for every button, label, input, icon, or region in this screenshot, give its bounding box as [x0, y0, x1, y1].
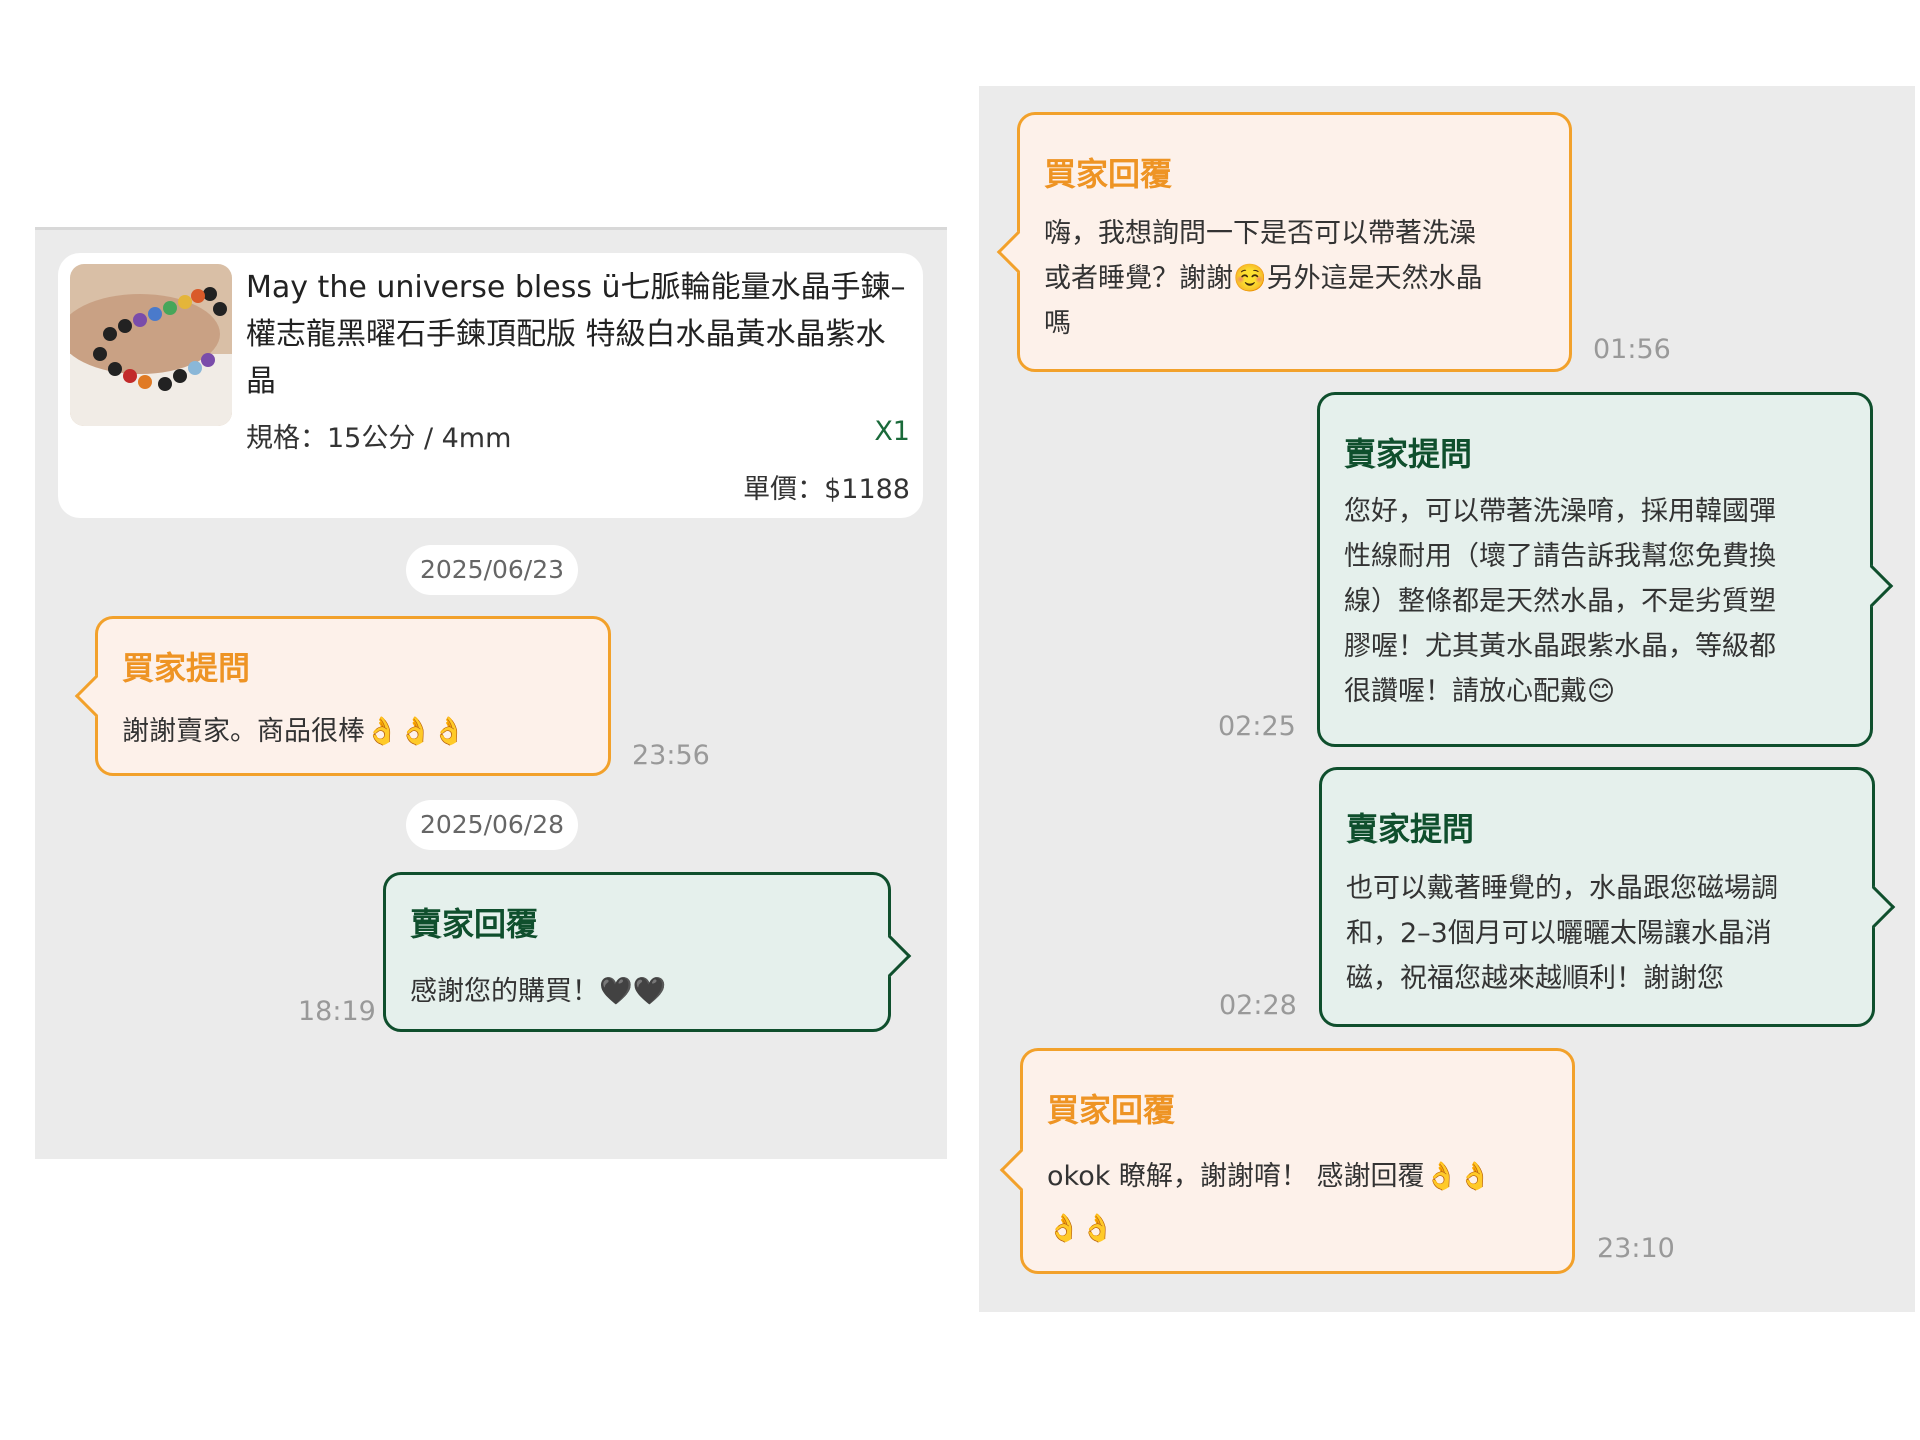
message-text: 您好，可以帶著洗澡唷，採用韓國彈 性線耐用（壞了請告訴我幫您免費換 線）整條都是…	[1344, 496, 1776, 707]
product-title[interactable]: May the universe bless ü七脈輪能量水晶手鍊–權志龍黑曜石…	[246, 264, 906, 405]
message-text: 也可以戴著睡覺的，水晶跟您磁場調 和，2–3個月可以曬曬太陽讓水晶消 磁，祝福您…	[1346, 873, 1778, 994]
message-time: 23:10	[1597, 1233, 1675, 1264]
message-bubble-buyer: 買家回覆 okok 瞭解，謝謝唷！ 感謝回覆👌👌 👌👌	[999, 1048, 1575, 1274]
message-label: 買家回覆	[1044, 155, 1173, 193]
message-time: 18:19	[298, 996, 376, 1027]
message-label: 賣家回覆	[410, 905, 539, 943]
message-time: 02:28	[1219, 990, 1297, 1021]
product-price: 單價：$1188	[743, 474, 910, 505]
message-text: 嗨，我想詢問一下是否可以帶著洗澡 或者睡覺？謝謝☺️另外這是天然水晶 嗎	[1044, 218, 1483, 339]
date-separator: 2025/06/23	[406, 545, 578, 595]
message-text: 感謝您的購買！🖤🖤	[410, 976, 667, 1007]
message-bubble-seller: 賣家提問 您好，可以帶著洗澡唷，採用韓國彈 性線耐用（壞了請告訴我幫您免費換 線…	[1317, 392, 1894, 747]
product-image[interactable]	[70, 264, 232, 426]
message-bubble-buyer: 買家回覆 嗨，我想詢問一下是否可以帶著洗澡 或者睡覺？謝謝☺️另外這是天然水晶 …	[996, 112, 1572, 372]
product-quantity: X1	[874, 416, 910, 447]
date-separator: 2025/06/28	[406, 800, 578, 850]
message-label: 賣家提問	[1346, 810, 1475, 848]
message-time: 02:25	[1218, 711, 1296, 742]
message-label: 買家回覆	[1047, 1091, 1176, 1129]
product-spec: 規格：15公分 / 4mm	[246, 423, 512, 454]
message-text: okok 瞭解，謝謝唷！ 感謝回覆👌👌 👌👌	[1047, 1161, 1492, 1244]
message-label: 買家提問	[122, 649, 251, 687]
message-bubble-buyer: 買家提問 謝謝賣家。商品很棒👌👌👌	[74, 616, 611, 776]
message-label: 賣家提問	[1344, 435, 1473, 473]
message-text: 謝謝賣家。商品很棒👌👌👌	[122, 716, 466, 747]
message-time: 23:56	[632, 740, 710, 771]
message-bubble-seller: 賣家提問 也可以戴著睡覺的，水晶跟您磁場調 和，2–3個月可以曬曬太陽讓水晶消 …	[1319, 767, 1896, 1027]
message-time: 01:56	[1593, 334, 1671, 365]
message-bubble-seller: 賣家回覆 感謝您的購買！🖤🖤	[383, 872, 912, 1032]
